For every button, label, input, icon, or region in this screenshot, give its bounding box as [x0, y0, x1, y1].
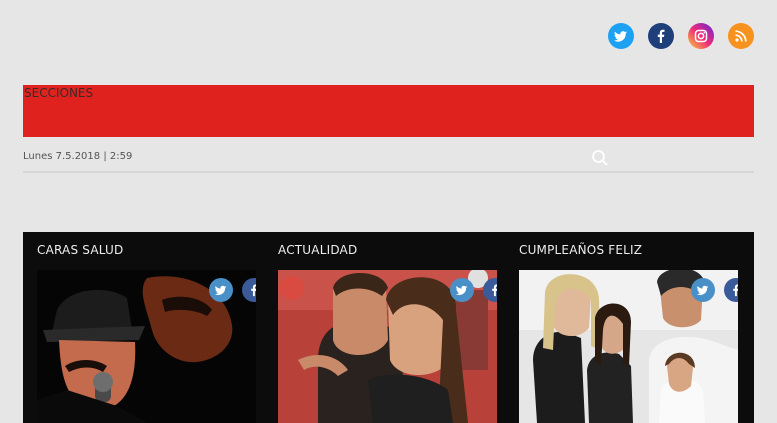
feature-title[interactable]: CARAS SALUD: [37, 243, 123, 257]
feature-image[interactable]: [278, 270, 497, 423]
date-bar: Lunes 7.5.2018 | 2:59: [23, 149, 754, 173]
feature-card[interactable]: CUMPLEAÑOS FELIZ: [519, 232, 739, 423]
feature-card[interactable]: CARAS SALUD: [37, 232, 257, 423]
share-buttons: [691, 278, 738, 302]
search-icon[interactable]: [591, 149, 609, 167]
share-buttons: [450, 278, 497, 302]
share-facebook-icon[interactable]: [242, 278, 256, 302]
share-facebook-icon[interactable]: [724, 278, 738, 302]
share-facebook-icon[interactable]: [483, 278, 497, 302]
sections-bar[interactable]: SECCIONES: [23, 85, 754, 137]
sections-label[interactable]: SECCIONES: [24, 86, 93, 100]
instagram-icon[interactable]: [688, 23, 714, 49]
twitter-icon[interactable]: [608, 23, 634, 49]
share-buttons: [209, 278, 256, 302]
feature-title[interactable]: CUMPLEAÑOS FELIZ: [519, 243, 642, 257]
facebook-icon[interactable]: [648, 23, 674, 49]
share-twitter-icon[interactable]: [450, 278, 474, 302]
feature-image[interactable]: [37, 270, 256, 423]
feature-title[interactable]: ACTUALIDAD: [278, 243, 357, 257]
featured-panel: CARAS SALUD ACTUALIDAD CUMPLEAÑOS FELIZ: [23, 232, 754, 423]
feature-card[interactable]: ACTUALIDAD: [278, 232, 498, 423]
share-twitter-icon[interactable]: [209, 278, 233, 302]
share-twitter-icon[interactable]: [691, 278, 715, 302]
rss-icon[interactable]: [728, 23, 754, 49]
social-links: [608, 23, 754, 49]
feature-image[interactable]: [519, 270, 738, 423]
current-date: Lunes 7.5.2018 | 2:59: [23, 151, 133, 162]
